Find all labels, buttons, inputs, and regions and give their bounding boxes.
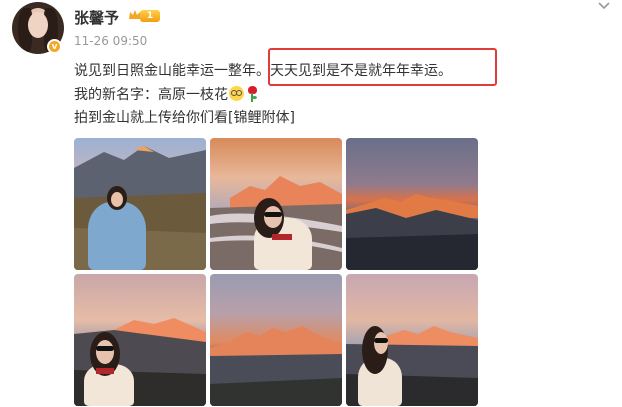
- woman-figure: [88, 202, 146, 270]
- woman-face: [96, 340, 114, 364]
- rose-emoji-icon: [246, 86, 258, 102]
- sunglasses-icon: [264, 212, 282, 217]
- woman-face: [111, 192, 123, 207]
- photo-1[interactable]: [74, 138, 206, 270]
- member-level-badge[interactable]: 1: [140, 10, 160, 22]
- chevron-down-icon[interactable]: [596, 0, 612, 12]
- post-text-line-2: 我的新名字：高原一枝花: [74, 84, 258, 104]
- woman-face: [264, 206, 282, 228]
- woman-face: [374, 332, 388, 354]
- photo-5[interactable]: [210, 274, 342, 406]
- sunglasses-icon: [374, 338, 388, 343]
- photo-6[interactable]: [346, 274, 478, 406]
- avatar-face: [28, 12, 48, 38]
- photo-4[interactable]: [74, 274, 206, 406]
- photo-3[interactable]: [346, 138, 478, 270]
- mountain-icon: [346, 194, 478, 270]
- red-highlight-box: [268, 48, 497, 86]
- verified-badge-icon: v: [47, 39, 62, 54]
- red-scarf: [272, 234, 292, 240]
- sunglasses-icon: [96, 346, 114, 351]
- photo-2[interactable]: [210, 138, 342, 270]
- post-timestamp[interactable]: 11-26 09:50: [74, 34, 147, 48]
- smile-emoji-icon: [229, 86, 244, 101]
- post-text-line-2-text: 我的新名字：高原一枝花: [74, 87, 228, 103]
- author-name[interactable]: 张馨予: [74, 7, 119, 28]
- mountain-icon: [210, 326, 342, 406]
- red-scarf: [96, 368, 114, 374]
- post-text-line-3: 拍到金山就上传给你们看[锦鲤附体]: [74, 110, 295, 126]
